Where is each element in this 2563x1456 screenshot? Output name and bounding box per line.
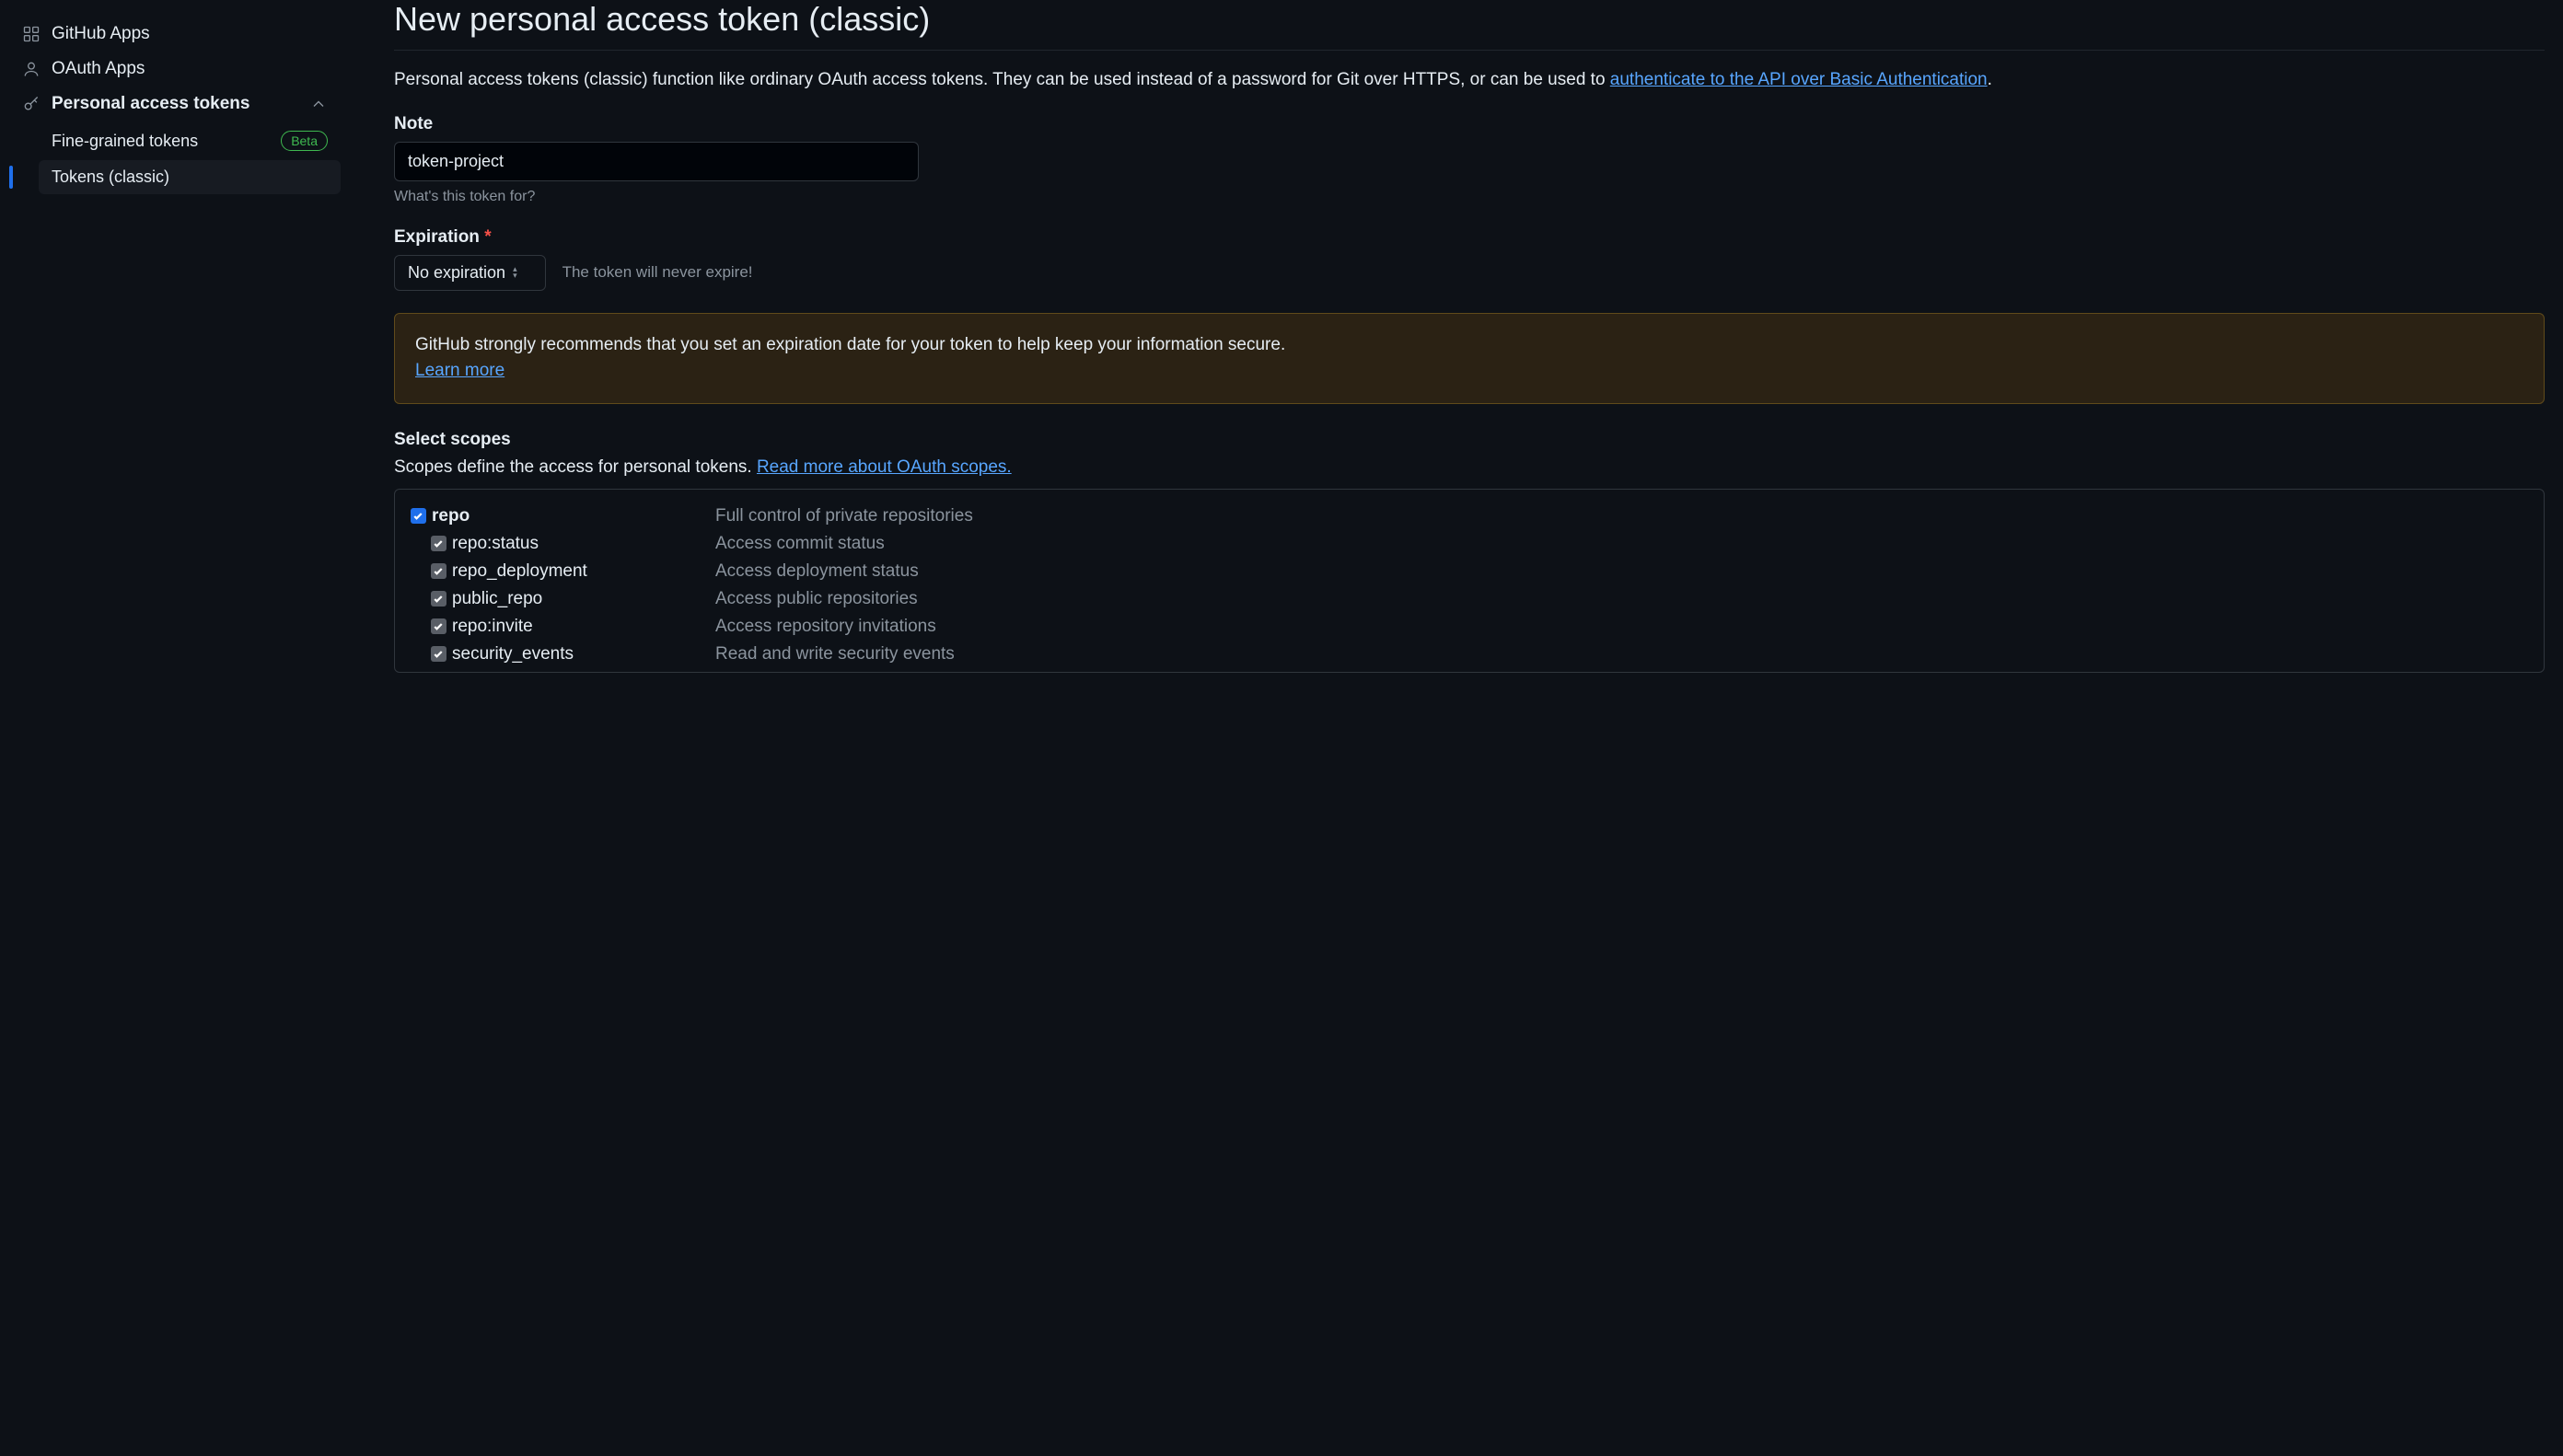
- sub-nav: Fine-grained tokens Beta Tokens (classic…: [9, 123, 341, 194]
- scope-name[interactable]: public_repo: [452, 589, 715, 609]
- scope-row: repo:statusAccess commit status: [395, 530, 2544, 558]
- note-input[interactable]: [394, 142, 919, 181]
- scope-description: Access commit status: [715, 534, 885, 554]
- scope-name[interactable]: repo: [432, 506, 715, 526]
- scopes-section: Select scopes Scopes define the access f…: [394, 430, 2545, 673]
- note-hint: What's this token for?: [394, 189, 2545, 205]
- nav-github-apps[interactable]: GitHub Apps: [9, 17, 341, 52]
- scopes-intro: Scopes define the access for personal to…: [394, 457, 2545, 478]
- scope-description: Read and write security events: [715, 644, 955, 664]
- nav-label: Fine-grained tokens: [52, 132, 198, 151]
- required-marker: *: [484, 227, 491, 247]
- key-icon: [22, 95, 41, 113]
- scope-name[interactable]: repo_deployment: [452, 561, 715, 582]
- page-title: New personal access token (classic): [394, 0, 2545, 51]
- expiration-section: Expiration * No expiration The token wil…: [394, 227, 2545, 291]
- apps-icon: [22, 25, 41, 43]
- nav-label: Personal access tokens: [52, 94, 249, 114]
- learn-more-link[interactable]: Learn more: [415, 361, 504, 380]
- oauth-scopes-link[interactable]: Read more about OAuth scopes.: [757, 457, 1012, 477]
- auth-api-link[interactable]: authenticate to the API over Basic Authe…: [1610, 70, 1988, 89]
- nav-tokens-classic[interactable]: Tokens (classic): [39, 160, 341, 194]
- person-icon: [22, 60, 41, 78]
- scopes-heading: Select scopes: [394, 430, 2545, 450]
- scope-description: Access repository invitations: [715, 617, 936, 637]
- nav-fine-grained-tokens[interactable]: Fine-grained tokens Beta: [39, 123, 341, 158]
- nav-label: GitHub Apps: [52, 24, 150, 44]
- expiration-value: No expiration: [408, 263, 505, 283]
- select-arrows-icon: [513, 266, 517, 279]
- scope-row: repo_deploymentAccess deployment status: [395, 558, 2544, 585]
- scopes-list: repoFull control of private repositories…: [394, 489, 2545, 673]
- nav-label: Tokens (classic): [52, 168, 169, 187]
- scope-row: security_eventsRead and write security e…: [395, 641, 2544, 668]
- sidebar: GitHub Apps OAuth Apps Personal access t…: [0, 0, 350, 1456]
- expiration-select[interactable]: No expiration: [394, 255, 546, 291]
- scope-name[interactable]: security_events: [452, 644, 715, 664]
- nav-personal-access-tokens[interactable]: Personal access tokens: [9, 87, 341, 121]
- scope-checkbox[interactable]: [431, 646, 446, 662]
- expiration-note: The token will never expire!: [562, 263, 753, 282]
- scope-description: Full control of private repositories: [715, 506, 973, 526]
- chevron-up-icon: [309, 95, 328, 113]
- scope-description: Access public repositories: [715, 589, 918, 609]
- note-section: Note What's this token for?: [394, 114, 2545, 205]
- scope-checkbox[interactable]: [431, 536, 446, 551]
- nav-oauth-apps[interactable]: OAuth Apps: [9, 52, 341, 87]
- scope-checkbox[interactable]: [431, 563, 446, 579]
- note-label: Note: [394, 114, 2545, 134]
- scope-name[interactable]: repo:invite: [452, 617, 715, 637]
- scope-checkbox[interactable]: [431, 618, 446, 634]
- beta-badge: Beta: [281, 131, 328, 151]
- expiration-warning: GitHub strongly recommends that you set …: [394, 313, 2545, 404]
- main-content: New personal access token (classic) Pers…: [350, 0, 2563, 1456]
- expiration-label: Expiration *: [394, 227, 2545, 248]
- page-description: Personal access tokens (classic) functio…: [394, 67, 2545, 94]
- scope-row: repo:inviteAccess repository invitations: [395, 613, 2544, 641]
- scope-row: repoFull control of private repositories: [395, 503, 2544, 530]
- scope-checkbox[interactable]: [431, 591, 446, 607]
- scope-name[interactable]: repo:status: [452, 534, 715, 554]
- scope-row: public_repoAccess public repositories: [395, 585, 2544, 613]
- scope-checkbox[interactable]: [411, 508, 426, 524]
- scope-description: Access deployment status: [715, 561, 919, 582]
- nav-label: OAuth Apps: [52, 59, 145, 79]
